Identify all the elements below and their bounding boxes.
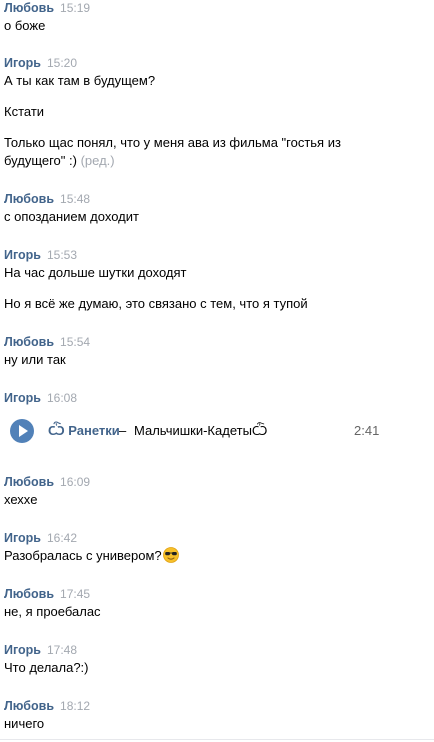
message: Игорь 15:20 А ты как там в будущем? Кстат… bbox=[4, 56, 430, 168]
audio-artist[interactable]: Ѽ Ранетки bbox=[48, 423, 120, 438]
message: Любовь 17:45 не, я проебалас bbox=[4, 587, 430, 619]
message: Игорь 17:48 Что делала?:) bbox=[4, 643, 430, 675]
message-time[interactable]: 17:48 bbox=[47, 643, 77, 657]
message-time[interactable]: 16:42 bbox=[47, 531, 77, 545]
author-name[interactable]: Любовь bbox=[4, 192, 54, 206]
edited-marker[interactable]: (ред.) bbox=[81, 153, 115, 168]
message-time[interactable]: 15:54 bbox=[60, 335, 90, 349]
play-icon[interactable] bbox=[10, 419, 34, 443]
author-name[interactable]: Игорь bbox=[4, 643, 41, 657]
author-name[interactable]: Любовь bbox=[4, 699, 54, 713]
author-name[interactable]: Любовь bbox=[4, 1, 54, 15]
message-text: ну или так bbox=[4, 352, 66, 367]
message-header: Любовь 18:12 bbox=[4, 699, 430, 713]
message-header: Игорь 15:53 bbox=[4, 248, 430, 262]
message-text: А ты как там в будущем? bbox=[4, 73, 156, 88]
message-time[interactable]: 15:19 bbox=[60, 1, 90, 15]
message: Игорь 15:53 На час дольше шутки доходят Н… bbox=[4, 248, 430, 311]
message-header: Любовь 17:45 bbox=[4, 587, 430, 601]
message: Игорь 16:08 bbox=[4, 391, 430, 405]
author-name[interactable]: Любовь bbox=[4, 587, 54, 601]
author-name[interactable]: Любовь bbox=[4, 335, 54, 349]
message: Любовь 15:19 о боже bbox=[4, 1, 430, 33]
message-text: о боже bbox=[4, 18, 46, 33]
author-name[interactable]: Игорь bbox=[4, 531, 41, 545]
message-header: Любовь 15:54 bbox=[4, 335, 430, 349]
message-time[interactable]: 15:20 bbox=[47, 56, 77, 70]
author-name[interactable]: Любовь bbox=[4, 475, 54, 489]
message-time[interactable]: 17:45 bbox=[60, 587, 90, 601]
author-name[interactable]: Игорь bbox=[4, 248, 41, 262]
message-text: будущего" :) bbox=[4, 153, 77, 168]
message-header: Игорь 16:08 bbox=[4, 391, 430, 405]
message-text: Кстати bbox=[4, 104, 45, 119]
message-text: с опозданием доходит bbox=[4, 209, 139, 224]
audio-attachment: Ѽ Ранетки – Мальчишки-КадетыѼ 2:41 bbox=[10, 419, 410, 447]
message: Игорь 16:42 Разобралась с универом? bbox=[4, 531, 430, 563]
message-header: Игорь 16:42 bbox=[4, 531, 430, 545]
message-time[interactable]: 15:53 bbox=[47, 248, 77, 262]
message: Любовь 16:09 хехxe bbox=[4, 475, 430, 507]
message-text: ничего bbox=[4, 716, 45, 731]
message-time[interactable]: 16:08 bbox=[47, 391, 77, 405]
message-header: Любовь 15:48 bbox=[4, 192, 430, 206]
message-time[interactable]: 18:12 bbox=[60, 699, 90, 713]
message-text: Разобралась с универом? bbox=[4, 548, 162, 563]
message-time[interactable]: 16:09 bbox=[60, 475, 90, 489]
message-text-line: будущего" :) (ред.) bbox=[4, 152, 115, 169]
divider bbox=[0, 739, 434, 740]
message-text: не, я проебалас bbox=[4, 604, 101, 619]
audio-title[interactable]: Мальчишки-КадетыѼ bbox=[134, 423, 267, 438]
audio-duration: 2:41 bbox=[354, 423, 380, 438]
message-header: Игорь 17:48 bbox=[4, 643, 430, 657]
message-text-line: Разобралась с универом? bbox=[4, 547, 179, 564]
author-name[interactable]: Игорь bbox=[4, 56, 41, 70]
message: Любовь 15:54 ну или так bbox=[4, 335, 430, 367]
message-text: Что делала?:) bbox=[4, 660, 89, 675]
message-text: Но я всё же думаю, это связано с тем, чт… bbox=[4, 296, 308, 311]
author-name[interactable]: Игорь bbox=[4, 391, 41, 405]
message: Любовь 18:12 ничего bbox=[4, 699, 430, 731]
message-text: хехxe bbox=[4, 492, 38, 507]
message: Любовь 15:48 с опозданием доходит bbox=[4, 192, 430, 224]
message-header: Игорь 15:20 bbox=[4, 56, 430, 70]
sunglasses-emoji-icon bbox=[162, 547, 179, 563]
message-header: Любовь 15:19 bbox=[4, 1, 430, 15]
message-header: Любовь 16:09 bbox=[4, 475, 430, 489]
message-time[interactable]: 15:48 bbox=[60, 192, 90, 206]
message-text: Только щас понял, что у меня ава из филь… bbox=[4, 135, 341, 150]
audio-separator: – bbox=[119, 423, 127, 438]
message-text: На час дольше шутки доходят bbox=[4, 265, 187, 280]
